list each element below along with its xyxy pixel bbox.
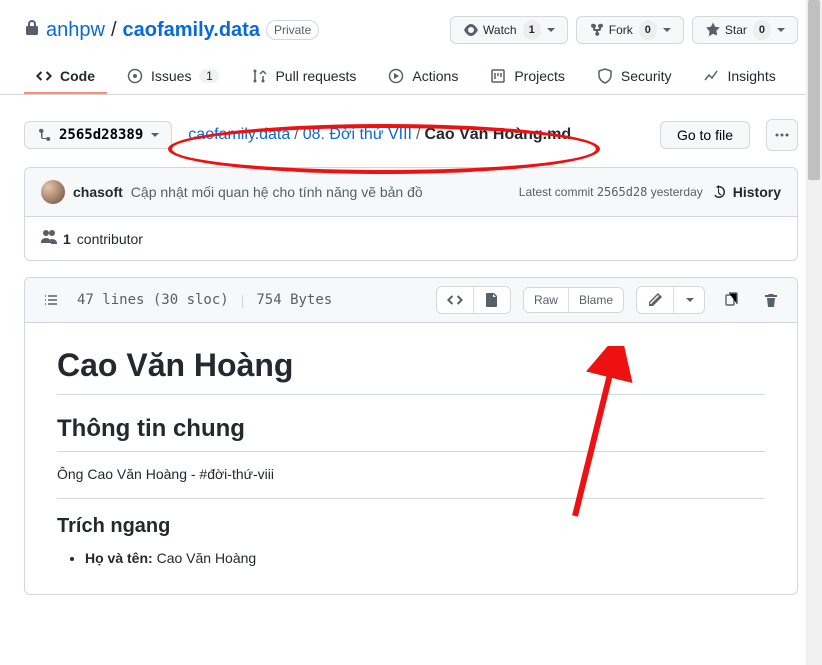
lock-icon: [24, 19, 40, 42]
tab-insights[interactable]: Insights: [691, 60, 787, 94]
copy-icon[interactable]: [717, 286, 745, 314]
content-h3: Trích ngang: [57, 515, 765, 538]
latest-commit-box: chasoft Cập nhật mối quan hệ cho tính nă…: [24, 167, 798, 261]
tab-actions[interactable]: Actions: [376, 60, 470, 94]
commit-meta: Latest commit 2565d28 yesterday: [519, 185, 703, 199]
avatar[interactable]: [41, 180, 65, 204]
list-item: Họ và tên: Cao Văn Hoàng: [85, 550, 765, 566]
breadcrumb: caofamily.data / 08. Đời thứ VIII / Cao …: [188, 126, 571, 144]
caret-icon: [151, 133, 159, 141]
contributors-label: contributor: [77, 231, 143, 247]
rendered-view-button[interactable]: [473, 287, 510, 313]
caret-icon: [663, 28, 671, 36]
watch-count: 1: [523, 20, 541, 40]
edit-group: [636, 286, 705, 314]
commit-sha[interactable]: 2565d28: [597, 185, 648, 199]
slash: /: [111, 19, 117, 42]
scrollbar[interactable]: [806, 0, 822, 665]
content-h2: Thông tin chung: [57, 415, 765, 452]
tab-issues-count: 1: [199, 69, 219, 83]
content-h1: Cao Văn Hoàng: [57, 347, 765, 395]
tab-pulls-label: Pull requests: [275, 68, 356, 84]
file-lines: 47 lines (30 sloc): [77, 292, 229, 308]
file-content: Cao Văn Hoàng Thông tin chung Ông Cao Vă…: [25, 323, 797, 594]
commit-message[interactable]: Cập nhật mối quan hệ cho tính năng vẽ bả…: [131, 184, 423, 200]
commit-author[interactable]: chasoft: [73, 184, 123, 200]
visibility-badge: Private: [266, 20, 319, 40]
caret-icon: [777, 28, 785, 36]
branch-ref: 2565d28389: [59, 127, 143, 143]
tab-code-label: Code: [60, 68, 95, 84]
more-button[interactable]: [766, 119, 798, 151]
tab-insights-label: Insights: [727, 68, 775, 84]
breadcrumb-file: Cao Văn Hoàng.md: [424, 126, 571, 144]
go-to-file-button[interactable]: Go to file: [660, 121, 750, 149]
fork-label: Fork: [609, 20, 633, 40]
tab-issues-label: Issues: [151, 68, 191, 84]
repo-owner-link[interactable]: anhpw: [46, 19, 105, 42]
contributors-count: 1: [63, 231, 71, 247]
edit-dropdown[interactable]: [673, 287, 704, 313]
star-count: 0: [753, 20, 771, 40]
file-box: 47 lines (30 sloc) | 754 Bytes Raw Blame: [24, 277, 798, 595]
delete-icon[interactable]: [757, 286, 785, 314]
tab-actions-label: Actions: [412, 68, 458, 84]
history-link[interactable]: History: [711, 184, 781, 200]
tab-projects[interactable]: Projects: [478, 60, 577, 94]
fork-button[interactable]: Fork 0: [576, 16, 684, 44]
tab-security[interactable]: Security: [585, 60, 684, 94]
source-view-button[interactable]: [437, 287, 473, 313]
list-icon[interactable]: [37, 286, 65, 314]
fork-count: 0: [639, 20, 657, 40]
repo-name-link[interactable]: caofamily.data: [123, 19, 260, 42]
commit-when: yesterday: [651, 185, 703, 199]
star-button[interactable]: Star 0: [692, 16, 798, 44]
tab-pulls[interactable]: Pull requests: [239, 60, 368, 94]
tab-issues[interactable]: Issues 1: [115, 60, 231, 94]
tab-projects-label: Projects: [514, 68, 565, 84]
raw-blame-group: Raw Blame: [523, 287, 624, 313]
branch-selector[interactable]: 2565d28389: [24, 121, 172, 149]
caret-icon: [547, 28, 555, 36]
scrollbar-thumb[interactable]: [808, 0, 820, 180]
watch-button[interactable]: Watch 1: [450, 16, 568, 44]
contributors-icon: [41, 229, 57, 248]
tab-code[interactable]: Code: [24, 60, 107, 94]
edit-button[interactable]: [637, 287, 673, 313]
raw-button[interactable]: Raw: [524, 288, 568, 312]
watch-label: Watch: [483, 20, 517, 40]
tab-security-label: Security: [621, 68, 672, 84]
view-mode-group: [436, 286, 511, 314]
content-p1: Ông Cao Văn Hoàng - #đời-thứ-viii: [57, 466, 765, 482]
breadcrumb-root[interactable]: caofamily.data: [188, 126, 290, 144]
blame-button[interactable]: Blame: [568, 288, 623, 312]
file-bytes: 754 Bytes: [256, 292, 332, 308]
breadcrumb-folder[interactable]: 08. Đời thứ VIII: [303, 126, 412, 144]
star-label: Star: [725, 20, 747, 40]
